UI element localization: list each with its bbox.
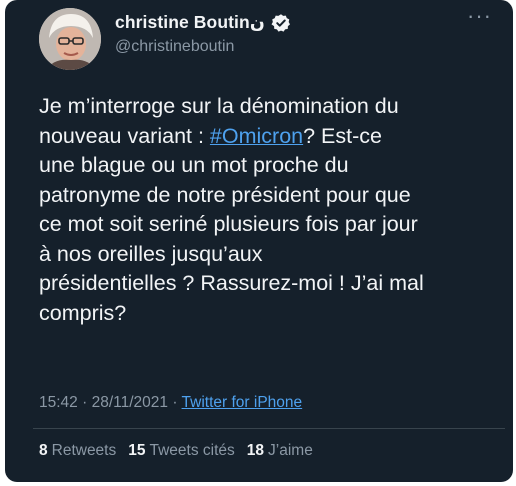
author-display-name[interactable]: christine Boutinن: [115, 12, 265, 33]
profile-photo-icon: [39, 8, 101, 70]
quotes-count: 15: [128, 442, 146, 459]
retweets-stat[interactable]: 8 Retweets: [39, 442, 116, 460]
verified-badge-icon: [271, 13, 290, 32]
tweet-text-after: ? Est-ce une blague ou un mot proche du …: [39, 123, 424, 325]
likes-label: J’aime: [268, 442, 313, 459]
retweets-count: 8: [39, 442, 48, 459]
divider: [33, 428, 505, 429]
retweets-label: Retweets: [51, 442, 117, 459]
tweet-card: christine Boutinن @christineboutin ··· J…: [5, 0, 513, 482]
quotes-stat[interactable]: 15 Tweets cités: [128, 442, 235, 460]
author-handle[interactable]: @christineboutin: [115, 38, 234, 56]
tweet-text: Je m’interroge sur la dénomination du no…: [39, 92, 505, 328]
quotes-label: Tweets cités: [149, 442, 235, 459]
meta-separator: ·: [172, 394, 178, 411]
tweet-meta: 15:42 · 28/11/2021 · Twitter for iPhone: [39, 394, 302, 412]
author-name-row: christine Boutinن: [115, 12, 291, 33]
tweet-source-link[interactable]: Twitter for iPhone: [182, 394, 303, 411]
likes-stat[interactable]: 18 J’aime: [247, 442, 313, 460]
likes-count: 18: [246, 442, 265, 459]
tweet-date[interactable]: 28/11/2021: [92, 394, 168, 411]
avatar[interactable]: [39, 8, 101, 70]
engagement-stats: 8 Retweets 15 Tweets cités 18 J’aime: [39, 442, 313, 460]
more-options-icon[interactable]: ···: [467, 5, 492, 27]
hashtag-link[interactable]: #Omicron: [210, 124, 303, 148]
meta-separator: ·: [82, 394, 88, 411]
tweet-time[interactable]: 15:42: [39, 394, 78, 411]
